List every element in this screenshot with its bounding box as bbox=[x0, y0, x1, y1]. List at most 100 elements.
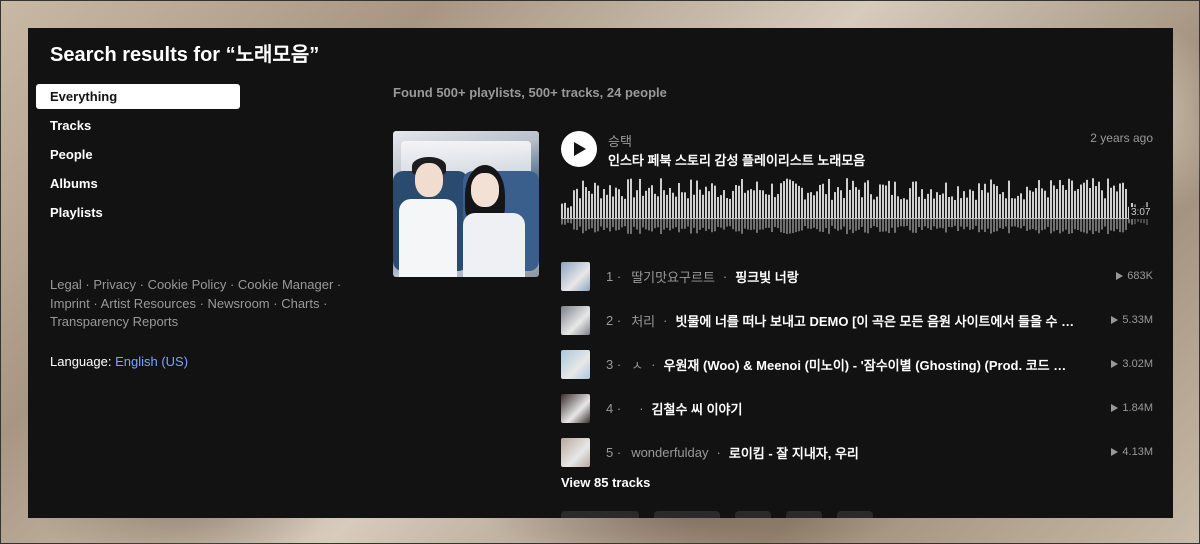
playlist-owner-link[interactable]: 승택 bbox=[608, 131, 632, 150]
track-title[interactable]: 우원재 (Woo) & Meenoi (미노이) - '잠수이별 (Ghosti… bbox=[664, 355, 1074, 374]
waveform-bar-reflection bbox=[1017, 219, 1019, 228]
waveform-bar bbox=[645, 190, 647, 218]
waveform-bar bbox=[900, 199, 902, 218]
waveform-bar-reflection bbox=[615, 219, 617, 231]
waveform-bar bbox=[1020, 193, 1022, 218]
track-title[interactable]: 핑크빛 너랑 bbox=[735, 267, 798, 286]
nav-item-tracks[interactable]: Tracks bbox=[36, 113, 240, 138]
footer-link-newsroom[interactable]: Newsroom bbox=[208, 296, 270, 311]
footer-link-cookie-manager[interactable]: Cookie Manager bbox=[238, 277, 333, 292]
waveform-bar-reflection bbox=[1041, 219, 1043, 231]
waveform-bar bbox=[1005, 198, 1007, 218]
track-row[interactable]: 1 · 딸기맛요구르트 · 핑크빛 너랑 683K bbox=[561, 254, 1153, 298]
waveform-bar bbox=[864, 182, 866, 218]
waveform-bar bbox=[762, 190, 764, 218]
track-title[interactable]: 로이킴 - 잘 지내자, 우리 bbox=[729, 443, 859, 462]
play-button[interactable] bbox=[561, 131, 597, 167]
footer-link-charts[interactable]: Charts bbox=[281, 296, 319, 311]
waveform-bar-reflection bbox=[963, 219, 965, 230]
track-title[interactable]: 김철수 씨 이야기 bbox=[652, 399, 743, 418]
copy-link-button[interactable] bbox=[786, 511, 822, 518]
track-title[interactable]: 빗물에 너를 떠나 보내고 DEMO [이 곡은 모든 음원 사이트에서 들을 … bbox=[675, 311, 1085, 330]
waveform-bar-reflection bbox=[840, 219, 842, 230]
waveform-bar bbox=[585, 187, 587, 218]
waveform-bar bbox=[996, 185, 998, 218]
track-row[interactable]: 2 · 처리 · 빗물에 너를 떠나 보내고 DEMO [이 곡은 모든 음원 … bbox=[561, 298, 1153, 342]
nav-item-playlists[interactable]: Playlists bbox=[36, 200, 240, 225]
waveform-bar-reflection bbox=[1029, 219, 1031, 230]
like-button[interactable] bbox=[561, 511, 639, 518]
footer-link-imprint[interactable]: Imprint bbox=[50, 296, 90, 311]
track-artist[interactable]: 딸기맛요구르트 bbox=[631, 267, 715, 286]
waveform-bar-reflection bbox=[705, 219, 707, 231]
waveform-bar bbox=[840, 190, 842, 218]
waveform-bar bbox=[1086, 179, 1088, 218]
waveform-bar bbox=[873, 199, 875, 218]
waveform-bar bbox=[1119, 183, 1121, 218]
track-artist[interactable]: 처리 bbox=[631, 311, 655, 330]
waveform-bar-reflection bbox=[816, 219, 818, 230]
waveform-bar-reflection bbox=[591, 219, 593, 229]
repost-button[interactable] bbox=[654, 511, 720, 518]
footer-link-cookie-policy[interactable]: Cookie Policy bbox=[148, 277, 227, 292]
waveform-bar-reflection bbox=[1092, 219, 1094, 235]
waveform-bar-reflection bbox=[750, 219, 752, 230]
waveform-bar bbox=[1029, 190, 1031, 218]
waveform-bar-reflection bbox=[627, 219, 629, 234]
waveform-bar bbox=[1095, 186, 1097, 218]
waveform-bar bbox=[861, 197, 863, 218]
waveform-bar-reflection bbox=[1122, 219, 1124, 233]
track-artist[interactable]: wonderfulday bbox=[631, 445, 708, 460]
nav-item-everything[interactable]: Everything bbox=[36, 84, 240, 109]
track-separator: · bbox=[651, 356, 656, 372]
track-row[interactable]: 3 · ㅅ · 우원재 (Woo) & Meenoi (미노이) - '잠수이별… bbox=[561, 342, 1153, 386]
track-row[interactable]: 4 · · 김철수 씨 이야기 1.84M bbox=[561, 386, 1153, 430]
language-value-link[interactable]: English (US) bbox=[115, 354, 188, 369]
waveform-bar bbox=[960, 198, 962, 218]
footer-link-privacy[interactable]: Privacy bbox=[93, 277, 136, 292]
waveform-bar-reflection bbox=[1143, 219, 1145, 224]
waveform-bar bbox=[717, 197, 719, 218]
waveform-bar bbox=[714, 185, 716, 218]
waveform-bar-reflection bbox=[621, 219, 623, 228]
playlist-artwork[interactable] bbox=[393, 131, 539, 277]
waveform-bar-reflection bbox=[924, 219, 926, 227]
waveform-bar bbox=[915, 181, 917, 218]
nav-item-albums[interactable]: Albums bbox=[36, 171, 240, 196]
share-button[interactable] bbox=[735, 511, 771, 518]
waveform-bar bbox=[747, 190, 749, 218]
waveform-bar-reflection bbox=[1125, 219, 1127, 231]
playlist-title-link[interactable]: 인스타 페북 스토리 감성 플레이리스트 노래모음 bbox=[608, 150, 865, 169]
footer-link-transparency-reports[interactable]: Transparency Reports bbox=[50, 314, 178, 329]
waveform-bar-reflection bbox=[708, 219, 710, 230]
play-count-icon bbox=[1111, 316, 1119, 324]
track-artist[interactable]: ㅅ bbox=[631, 355, 643, 374]
waveform-bar-reflection bbox=[792, 219, 794, 234]
waveform-bar bbox=[1023, 199, 1025, 218]
waveform-bar bbox=[1035, 188, 1037, 218]
waveform-bar-reflection bbox=[1032, 219, 1034, 229]
waveform-bar-reflection bbox=[930, 219, 932, 230]
waveform[interactable] bbox=[561, 178, 1151, 240]
waveform-bar bbox=[1098, 181, 1100, 218]
waveform-bar-reflection bbox=[804, 219, 806, 227]
waveform-bar-reflection bbox=[594, 219, 596, 233]
waveform-bar bbox=[1011, 198, 1013, 218]
waveform-bar-reflection bbox=[981, 219, 983, 230]
waveform-bar bbox=[726, 198, 728, 218]
view-all-tracks-link[interactable]: View 85 tracks bbox=[561, 475, 650, 490]
waveform-bar bbox=[957, 186, 959, 218]
footer-link-legal[interactable]: Legal bbox=[50, 277, 82, 292]
more-button[interactable] bbox=[837, 511, 873, 518]
play-count-icon bbox=[1111, 360, 1119, 368]
waveform-bar-reflection bbox=[585, 219, 587, 231]
nav-item-people[interactable]: People bbox=[36, 142, 240, 167]
waveform-bar bbox=[570, 206, 572, 218]
waveform-bar-reflection bbox=[921, 219, 923, 230]
waveform-bar-reflection bbox=[687, 219, 689, 227]
waveform-bar-reflection bbox=[954, 219, 956, 226]
track-row[interactable]: 5 · wonderfulday · 로이킴 - 잘 지내자, 우리 4.13M bbox=[561, 430, 1153, 474]
waveform-bar bbox=[681, 192, 683, 218]
footer-link-artist-resources[interactable]: Artist Resources bbox=[101, 296, 196, 311]
waveform-bar bbox=[1044, 190, 1046, 218]
